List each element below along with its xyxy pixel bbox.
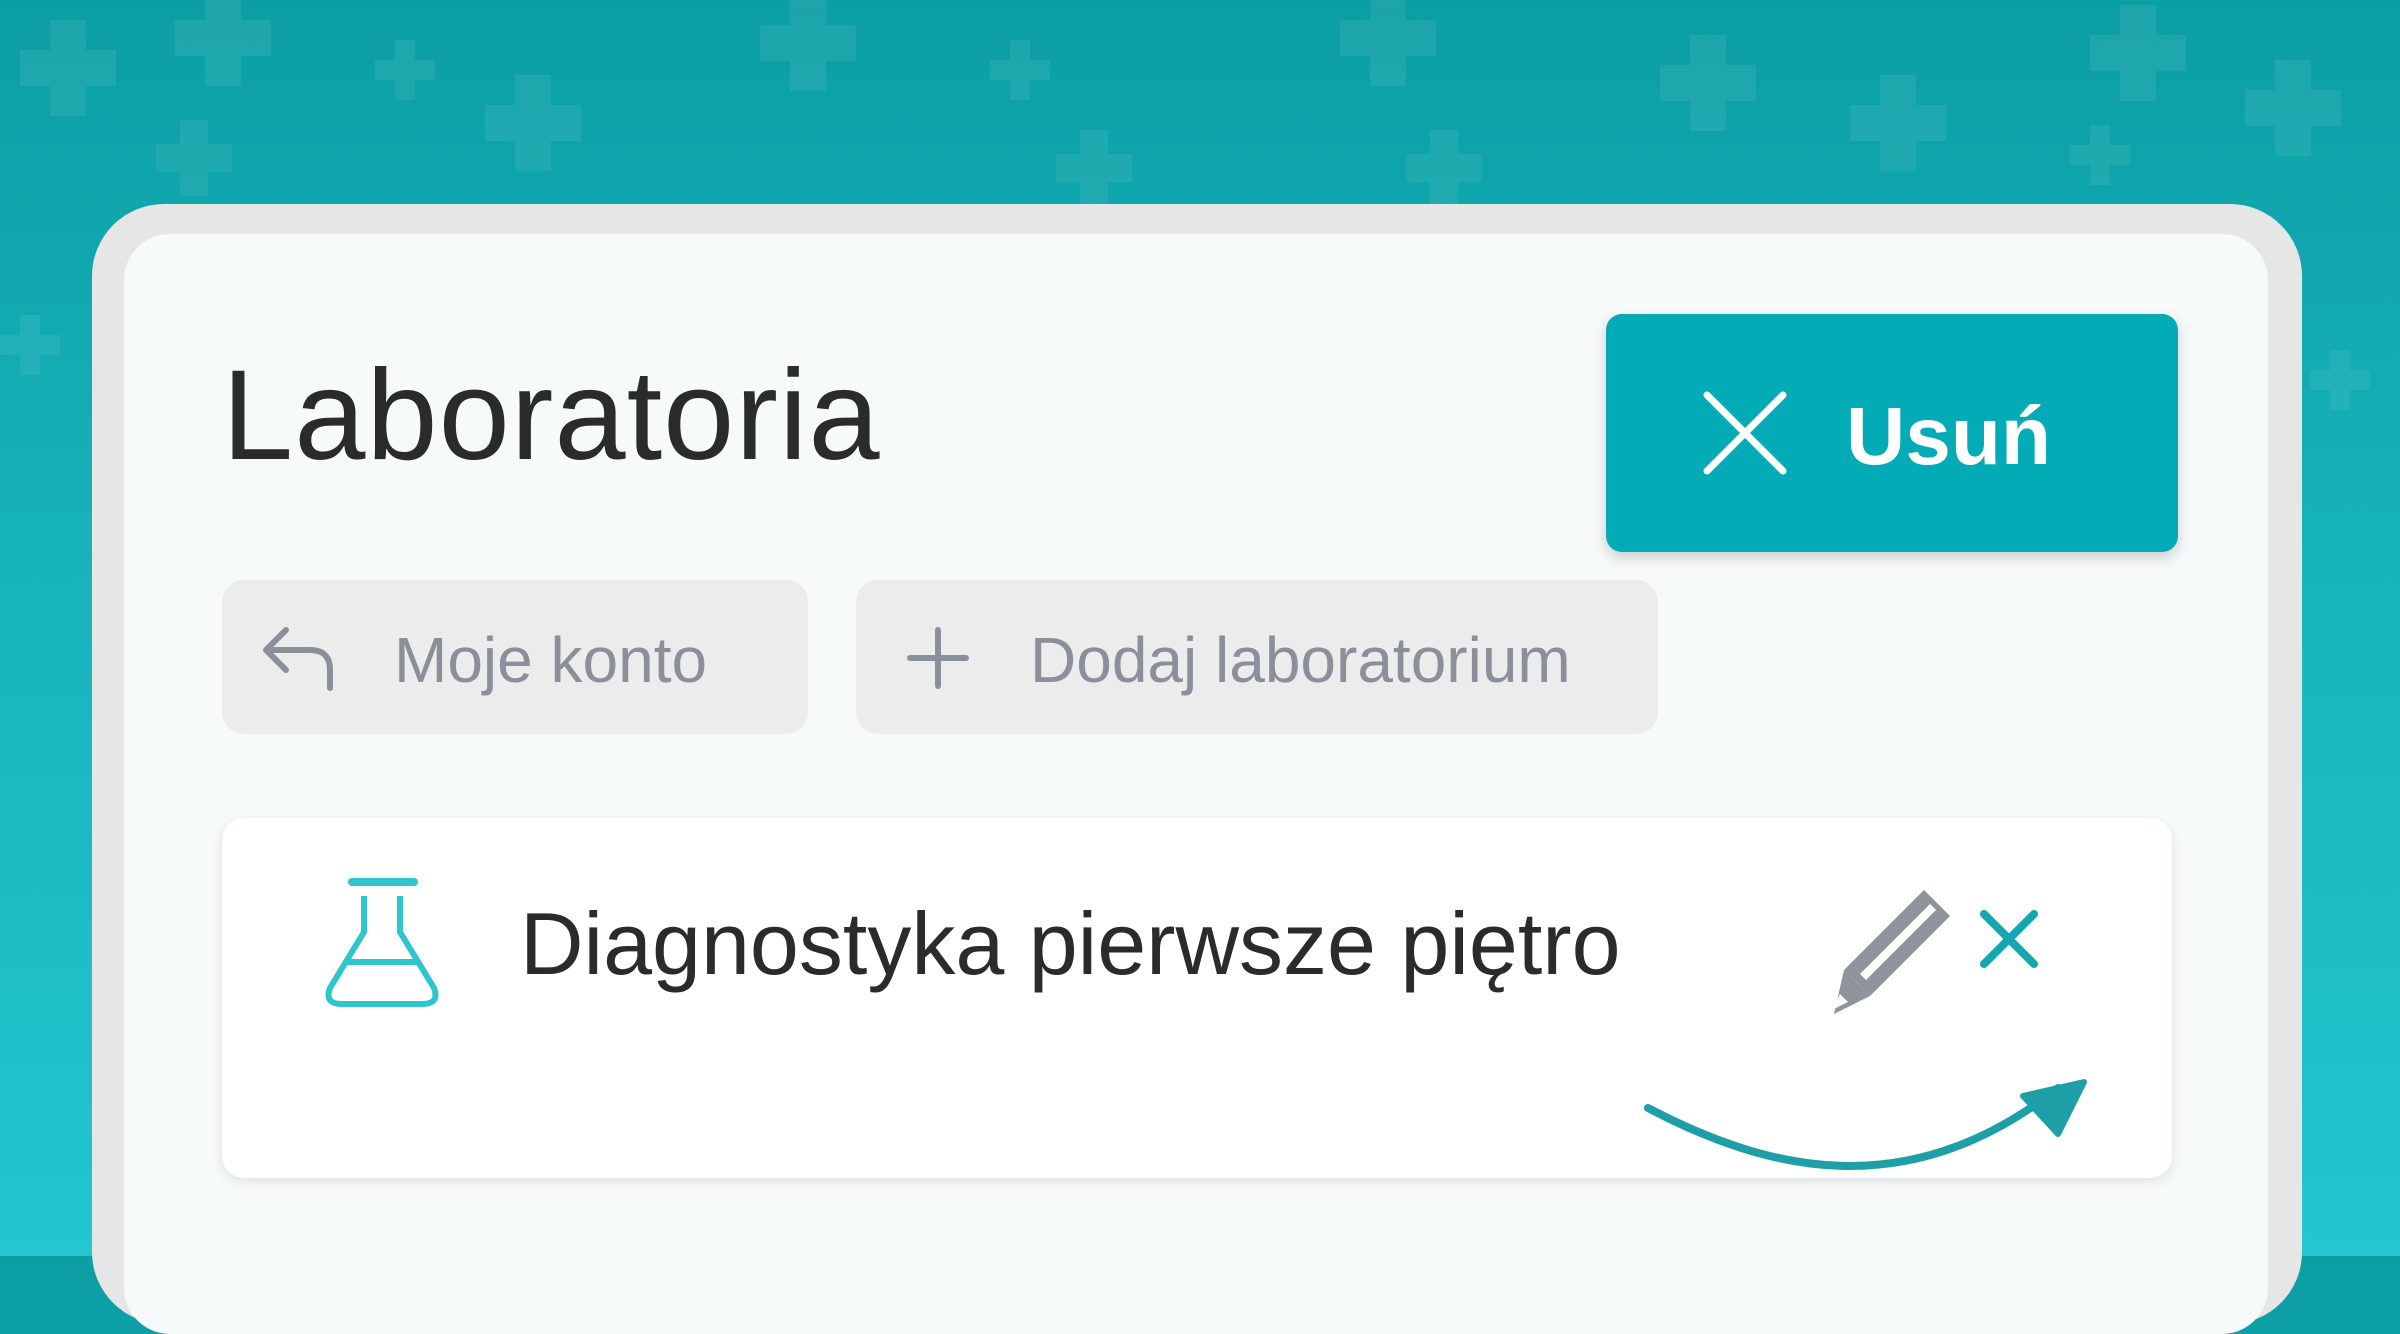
curved-arrow-icon [1644, 1079, 2087, 1170]
lab-name: Diagnostyka pierwsze piętro [520, 894, 1621, 993]
back-to-account-button[interactable]: Moje konto [222, 580, 808, 734]
add-laboratory-button[interactable]: Dodaj laboratorium [856, 580, 1658, 734]
flask-icon [325, 878, 439, 1007]
close-icon[interactable] [1978, 908, 2040, 970]
plus-icon [907, 627, 969, 689]
add-laboratory-label: Dodaj laboratorium [1030, 624, 1571, 696]
delete-button[interactable]: Usuń [1606, 314, 2178, 552]
lab-list-item[interactable]: Diagnostyka pierwsze piętro [222, 818, 2172, 1178]
reply-arrow-icon [263, 627, 333, 691]
page-title: Laboratoria [222, 344, 881, 487]
back-to-account-label: Moje konto [394, 624, 708, 696]
close-icon [1703, 391, 1787, 475]
delete-button-label: Usuń [1846, 391, 2051, 482]
